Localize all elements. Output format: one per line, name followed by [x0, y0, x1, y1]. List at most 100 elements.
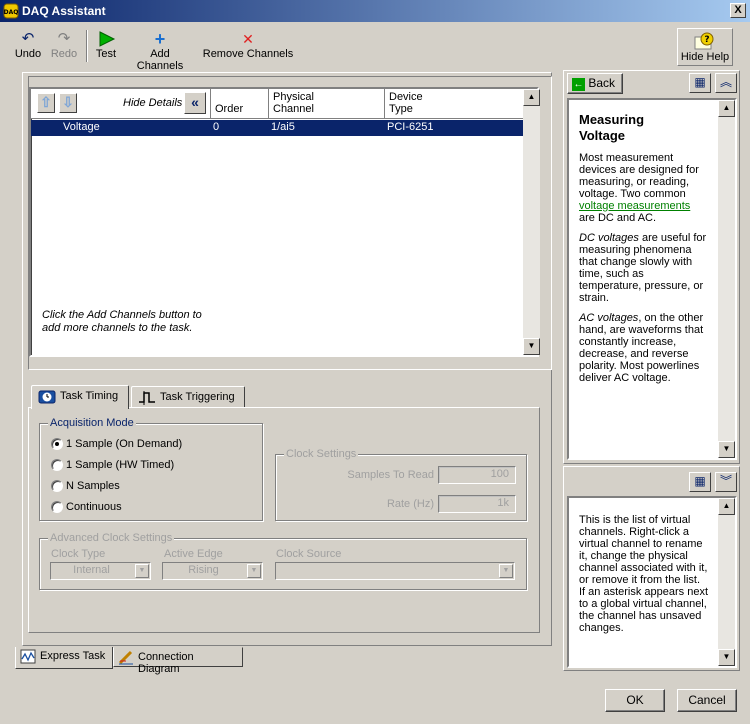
help-p1a: Most measurement devices are designed fo…	[579, 152, 699, 200]
undo-label: Undo	[14, 48, 42, 60]
radio-icon	[51, 480, 63, 492]
hide-details-label: Hide Details	[123, 97, 183, 109]
tab-task-timing[interactable]: Task Timing	[31, 385, 129, 409]
help-window-icon[interactable]: ▦	[689, 73, 711, 93]
column-device-type[interactable]: Device Type	[385, 89, 523, 119]
channel-order: 0	[213, 121, 220, 133]
help-heading-line-1: Measuring	[579, 112, 645, 127]
scroll-down-icon[interactable]: ▼	[523, 338, 540, 355]
column-physical-label-1: Physical	[273, 91, 314, 103]
remove-channels-label: Remove Channels	[202, 48, 294, 60]
redo-button[interactable]: ↷ Redo	[48, 30, 80, 66]
rate-label: Rate (Hz)	[386, 498, 434, 510]
scroll-up-icon[interactable]: ▲	[523, 89, 540, 106]
hide-help-button[interactable]: ? Hide Help	[677, 28, 733, 66]
pencil-diagram-icon	[118, 650, 133, 665]
channel-name: Voltage	[63, 121, 100, 133]
help-content: Measuring Voltage Most measurement devic…	[569, 100, 718, 458]
hide-help-label: Hide Help	[680, 51, 730, 63]
trigger-icon	[139, 391, 155, 405]
active-edge-select[interactable]: Rising ▼	[162, 562, 263, 580]
voltage-measurements-link[interactable]: voltage measurements	[579, 200, 690, 212]
hint-line-1: Click the Add Channels button to	[42, 309, 202, 321]
active-edge-value: Rising	[188, 564, 219, 576]
tab-connection-diagram-label: Connection Diagram	[138, 651, 194, 675]
tab-express-task[interactable]: Express Task	[15, 647, 113, 669]
samples-to-read-value: 100	[490, 468, 509, 480]
help-p2-em: DC voltages	[579, 232, 639, 244]
acquisition-mode-title: Acquisition Mode	[48, 417, 136, 429]
radio-continuous[interactable]: Continuous	[51, 501, 251, 515]
close-icon[interactable]: X	[730, 3, 746, 18]
samples-to-read-label: Samples To Read	[347, 469, 434, 481]
plus-icon: +	[154, 29, 166, 49]
radio-icon	[51, 459, 63, 471]
table-row[interactable]: Voltage 0 1/ai5 PCI-6251	[31, 120, 523, 136]
play-icon	[99, 31, 116, 47]
context-help-text: This is the list of virtual channels. Ri…	[569, 498, 718, 666]
help-heading: Measuring Voltage	[579, 112, 708, 144]
context-help-frame: This is the list of virtual channels. Ri…	[567, 496, 737, 668]
test-button[interactable]: Test	[92, 30, 120, 66]
help-heading-line-2: Voltage	[579, 128, 625, 143]
scroll-up-icon[interactable]: ▲	[718, 100, 735, 117]
tab-task-triggering[interactable]: Task Triggering	[131, 386, 245, 408]
clock-type-value: Internal	[73, 564, 110, 576]
chevron-down-icon: ▼	[135, 564, 149, 578]
help-p3-em: AC voltages	[579, 312, 639, 324]
clock-settings-title: Clock Settings	[284, 448, 359, 460]
column-device-label-1: Device	[389, 91, 423, 103]
context-help-scrollbar[interactable]: ▲ ▼	[718, 498, 735, 666]
toolbar: ↶ Undo ↷ Redo Test + Add Channels ✕ Remo…	[0, 24, 750, 72]
back-button[interactable]: ← Back	[567, 73, 623, 94]
column-physical-channel[interactable]: Physical Channel	[269, 89, 385, 119]
svg-text:DAQ: DAQ	[4, 9, 19, 16]
help-scrollbar[interactable]: ▲ ▼	[718, 100, 735, 458]
add-channels-button[interactable]: + Add Channels	[126, 29, 194, 72]
x-remove-icon: ✕	[242, 31, 254, 47]
radio-label: 1 Sample (HW Timed)	[66, 459, 175, 471]
chevron-down-icon: ▼	[247, 564, 261, 578]
collapse-up-icon[interactable]: ︽	[715, 73, 737, 93]
scroll-up-icon[interactable]: ▲	[718, 498, 735, 515]
help-icon: ?	[694, 32, 714, 50]
add-channels-hint: Click the Add Channels button to add mor…	[42, 309, 202, 335]
redo-label: Redo	[50, 48, 78, 60]
rate-field[interactable]: 1k	[438, 495, 516, 513]
acquisition-mode-options: 1 Sample (On Demand) 1 Sample (HW Timed)…	[51, 438, 251, 518]
column-order[interactable]: Order	[211, 89, 269, 119]
channel-scrollbar[interactable]: ▲ ▼	[523, 89, 540, 355]
clock-type-label: Clock Type	[51, 548, 106, 560]
tab-express-task-label: Express Task	[40, 650, 106, 662]
expand-down-icon[interactable]: ︾	[715, 472, 737, 492]
undo-button[interactable]: ↶ Undo	[12, 30, 44, 66]
tab-connection-diagram[interactable]: Connection Diagram	[113, 647, 243, 675]
rate-value: 1k	[497, 497, 509, 509]
clock-icon	[38, 390, 56, 404]
clock-source-select[interactable]: ▼	[275, 562, 515, 580]
title-bar[interactable]: DAQ DAQ Assistant X	[0, 0, 750, 22]
help-p1b: are DC and AC.	[579, 212, 657, 224]
clock-type-select[interactable]: Internal ▼	[50, 562, 151, 580]
remove-channels-button[interactable]: ✕ Remove Channels	[202, 30, 294, 66]
scroll-down-icon[interactable]: ▼	[718, 441, 735, 458]
double-chevron-left-icon[interactable]: «	[184, 92, 206, 114]
samples-to-read-field[interactable]: 100	[438, 466, 516, 484]
help-window-icon[interactable]: ▦	[689, 472, 711, 492]
ok-label: OK	[626, 693, 644, 707]
channel-table[interactable]: ⇧ ⇩ Hide Details « Order Physical Channe…	[29, 87, 540, 357]
radio-n-samples[interactable]: N Samples	[51, 480, 251, 494]
radio-1-sample-hw-timed[interactable]: 1 Sample (HW Timed)	[51, 459, 251, 473]
column-device-label-2: Type	[389, 103, 413, 115]
radio-1-sample-on-demand[interactable]: 1 Sample (On Demand)	[51, 438, 251, 452]
active-edge-label: Active Edge	[164, 548, 223, 560]
ok-button[interactable]: OK	[605, 689, 665, 712]
waveform-icon	[20, 649, 36, 664]
move-up-icon[interactable]: ⇧	[37, 93, 55, 113]
move-down-icon[interactable]: ⇩	[59, 93, 77, 113]
help-paragraph-3: AC voltages, on the other hand, are wave…	[579, 312, 708, 384]
cancel-button[interactable]: Cancel	[677, 689, 737, 712]
help-paragraph-1: Most measurement devices are designed fo…	[579, 152, 708, 224]
scroll-down-icon[interactable]: ▼	[718, 649, 735, 666]
channel-physical: 1/ai5	[271, 121, 295, 133]
